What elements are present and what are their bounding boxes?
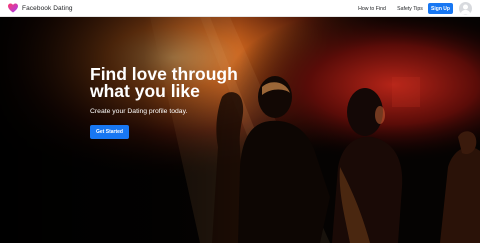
top-nav-bar: Facebook Dating How to Find Safety Tips …: [0, 0, 480, 17]
get-started-button[interactable]: Get Started: [90, 125, 129, 139]
how-to-find-link[interactable]: How to Find: [352, 6, 392, 12]
hero-title-line-2: what you like: [90, 81, 200, 101]
sign-up-button[interactable]: Sign Up: [428, 3, 453, 14]
profile-avatar-icon[interactable]: [459, 2, 472, 15]
safety-tips-link[interactable]: Safety Tips: [392, 6, 428, 12]
brand-name: Facebook Dating: [22, 4, 73, 12]
hero-background-image: [0, 17, 480, 243]
dating-heart-logo-icon: [8, 3, 18, 13]
hero-subtitle: Create your Dating profile today.: [90, 108, 188, 115]
hero-section: Find love through what you like Create y…: [0, 17, 480, 243]
default-user-icon: [460, 4, 471, 15]
brand[interactable]: Facebook Dating: [7, 2, 73, 14]
hero-title: Find love through what you like: [90, 65, 260, 101]
